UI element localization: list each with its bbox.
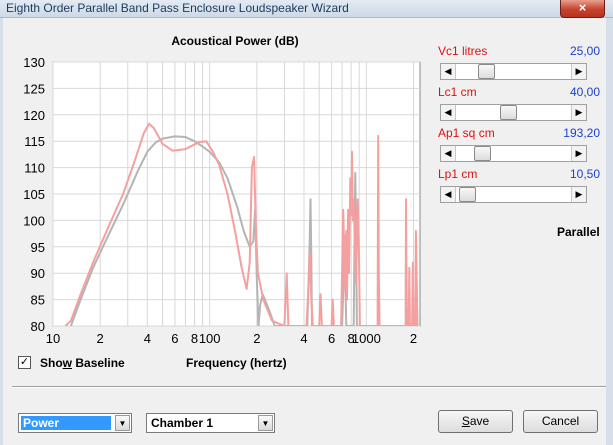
y-tick-label: 130 [23, 55, 45, 70]
x-axis-label: Frequency (hertz) [186, 356, 287, 370]
mode-label: Parallel [557, 225, 600, 239]
chamber-dropdown[interactable]: Chamber 1 ▼ [146, 413, 275, 433]
slider-thumb[interactable] [477, 64, 495, 79]
slider-thumb[interactable] [458, 187, 476, 202]
param-lp1-name: Lp1 cm [438, 167, 478, 181]
save-button[interactable]: Save [438, 410, 513, 433]
scroll-right-arrow-icon[interactable]: ▶ [571, 187, 586, 202]
separator [12, 386, 606, 388]
y-tick-label: 80 [31, 319, 45, 334]
param-vc1-value: 25,00 [569, 44, 600, 58]
param-vc1-name: Vc1 litres [438, 44, 488, 58]
y-tick-label: 95 [31, 240, 45, 255]
x-tick-label: 6 [171, 331, 178, 346]
chevron-down-icon[interactable]: ▼ [258, 415, 273, 431]
scroll-right-arrow-icon[interactable]: ▶ [571, 146, 586, 161]
title-bar: Eighth Order Parallel Band Pass Enclosur… [0, 0, 613, 18]
y-tick-label: 120 [23, 108, 45, 123]
param-ap1-value: 193,20 [563, 126, 600, 140]
y-tick-label: 110 [24, 161, 45, 176]
x-tick-label: 8 [191, 331, 198, 346]
y-tick-label: 125 [23, 81, 45, 96]
param-lp1-value: 10,50 [569, 167, 600, 181]
chart-title: Acoustical Power (dB) [171, 34, 299, 48]
power-chart: 8085909510010511011512012513010 2 4 6 8 100 2 4… [23, 55, 421, 346]
param-lp1-slider[interactable]: ◀ ▶ [440, 186, 587, 203]
x-tick-label: 2 [410, 331, 417, 346]
x-tick-label: 4 [144, 331, 151, 346]
slider-thumb[interactable] [473, 146, 491, 161]
scroll-left-arrow-icon[interactable]: ◀ [441, 64, 456, 79]
window-frame-right [606, 18, 613, 445]
show-baseline-checkbox[interactable]: ✓ [18, 356, 31, 369]
param-vc1-slider[interactable]: ◀ ▶ [440, 63, 587, 80]
x-tick-label: 2 [253, 331, 260, 346]
y-tick-label: 115 [24, 134, 45, 149]
y-tick-label: 85 [31, 293, 45, 308]
show-baseline-label: Show Baseline [40, 356, 125, 370]
cancel-button[interactable]: Cancel [523, 410, 598, 433]
param-lc1-slider[interactable]: ◀ ▶ [440, 104, 587, 121]
scroll-left-arrow-icon[interactable]: ◀ [441, 146, 456, 161]
scroll-right-arrow-icon[interactable]: ▶ [571, 105, 586, 120]
x-tick-label: 100 [199, 331, 221, 346]
param-ap1-name: Ap1 sq cm [438, 126, 495, 140]
scroll-left-arrow-icon[interactable]: ◀ [441, 187, 456, 202]
param-lc1-name: Lc1 cm [438, 85, 477, 99]
y-tick-label: 90 [31, 266, 45, 281]
chevron-down-icon[interactable]: ▼ [115, 415, 130, 431]
close-button[interactable]: × [560, 0, 605, 18]
view-dropdown[interactable]: Power ▼ [18, 413, 132, 433]
scroll-right-arrow-icon[interactable]: ▶ [571, 64, 586, 79]
x-tick-label: 4 [300, 331, 307, 346]
scroll-left-arrow-icon[interactable]: ◀ [441, 105, 456, 120]
x-tick-label: 1000 [352, 331, 381, 346]
y-tick-label: 105 [23, 187, 45, 202]
x-tick-label: 2 [97, 331, 104, 346]
y-tick-label: 100 [23, 213, 45, 228]
x-tick-label: 10 [46, 331, 60, 346]
chamber-dropdown-value: Chamber 1 [151, 416, 214, 430]
param-ap1-slider[interactable]: ◀ ▶ [440, 145, 587, 162]
param-lc1-value: 40,00 [569, 85, 600, 99]
x-tick-label: 6 [328, 331, 335, 346]
view-dropdown-value: Power [21, 416, 111, 430]
slider-thumb[interactable] [500, 105, 518, 120]
window-title: Eighth Order Parallel Band Pass Enclosur… [6, 1, 349, 15]
